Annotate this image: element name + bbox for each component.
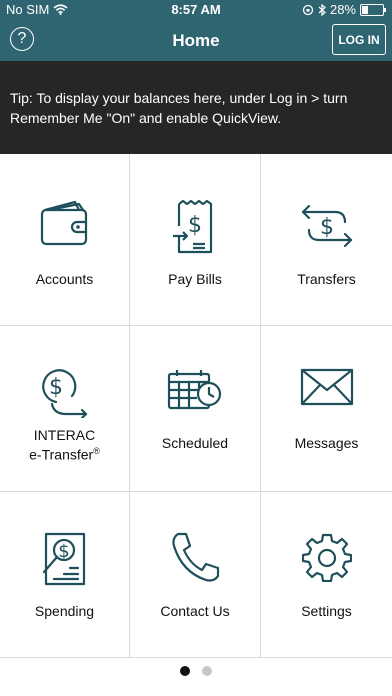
- tile-label: Pay Bills: [168, 271, 222, 287]
- registered-mark: ®: [93, 446, 100, 456]
- tile-transfers[interactable]: $ Transfers: [261, 154, 392, 326]
- page-indicator: [0, 666, 392, 676]
- tile-label: Contact Us: [160, 603, 230, 619]
- etransfer-icon: $: [41, 369, 87, 418]
- tile-label: Spending: [34, 603, 95, 619]
- phone-icon: [172, 532, 220, 582]
- bill-icon: $: [173, 200, 213, 254]
- tile-label: Accounts: [35, 271, 94, 287]
- bluetooth-icon: [318, 3, 326, 16]
- gear-icon: [301, 533, 352, 582]
- tile-label: INTERAC e-Transfer®: [0, 427, 129, 463]
- svg-text:$: $: [49, 375, 63, 400]
- svg-text:$: $: [188, 213, 202, 238]
- tip-text: Tip: To display your balances here, unde…: [10, 90, 348, 126]
- tile-contact-us[interactable]: Contact Us: [130, 492, 261, 658]
- header-bar: ? Home LOG IN: [0, 20, 392, 61]
- quickview-tip: Tip: To display your balances here, unde…: [0, 61, 392, 154]
- status-bar: No SIM 8:57 AM 28%: [0, 0, 392, 20]
- spending-icon: $: [42, 532, 85, 586]
- login-button[interactable]: LOG IN: [332, 24, 386, 55]
- wallet-icon: [40, 200, 87, 246]
- tile-label: Scheduled: [161, 435, 229, 451]
- tile-accounts[interactable]: Accounts: [0, 154, 130, 326]
- battery-level: [362, 5, 368, 14]
- tile-pay-bills[interactable]: $ Pay Bills: [130, 154, 261, 326]
- interac-label: INTERAC: [33, 427, 96, 443]
- svg-text:$: $: [58, 541, 69, 562]
- tile-interac-etransfer[interactable]: $ INTERAC e-Transfer®: [0, 326, 130, 492]
- tile-settings[interactable]: Settings: [261, 492, 392, 658]
- page-dot-2[interactable]: [202, 666, 212, 676]
- tile-label: Transfers: [297, 271, 356, 287]
- tile-label: Settings: [301, 603, 352, 619]
- tile-messages[interactable]: Messages: [261, 326, 392, 492]
- battery-percent: 28%: [329, 2, 356, 17]
- menu-grid: Accounts $ Pay Bills $ Transfers $ INTER…: [0, 154, 392, 658]
- svg-text:$: $: [320, 215, 334, 240]
- etransfer-label: e-Transfer: [29, 446, 94, 463]
- transfer-icon: $: [301, 204, 352, 248]
- calendar-clock-icon: [167, 370, 222, 410]
- tile-spending[interactable]: $ Spending: [0, 492, 130, 658]
- page-dot-1[interactable]: [180, 666, 190, 676]
- battery-icon: [360, 3, 386, 16]
- tile-scheduled[interactable]: Scheduled: [130, 326, 261, 492]
- tile-label: Messages: [294, 435, 359, 451]
- orientation-lock-icon: [302, 4, 314, 15]
- envelope-icon: [300, 368, 353, 406]
